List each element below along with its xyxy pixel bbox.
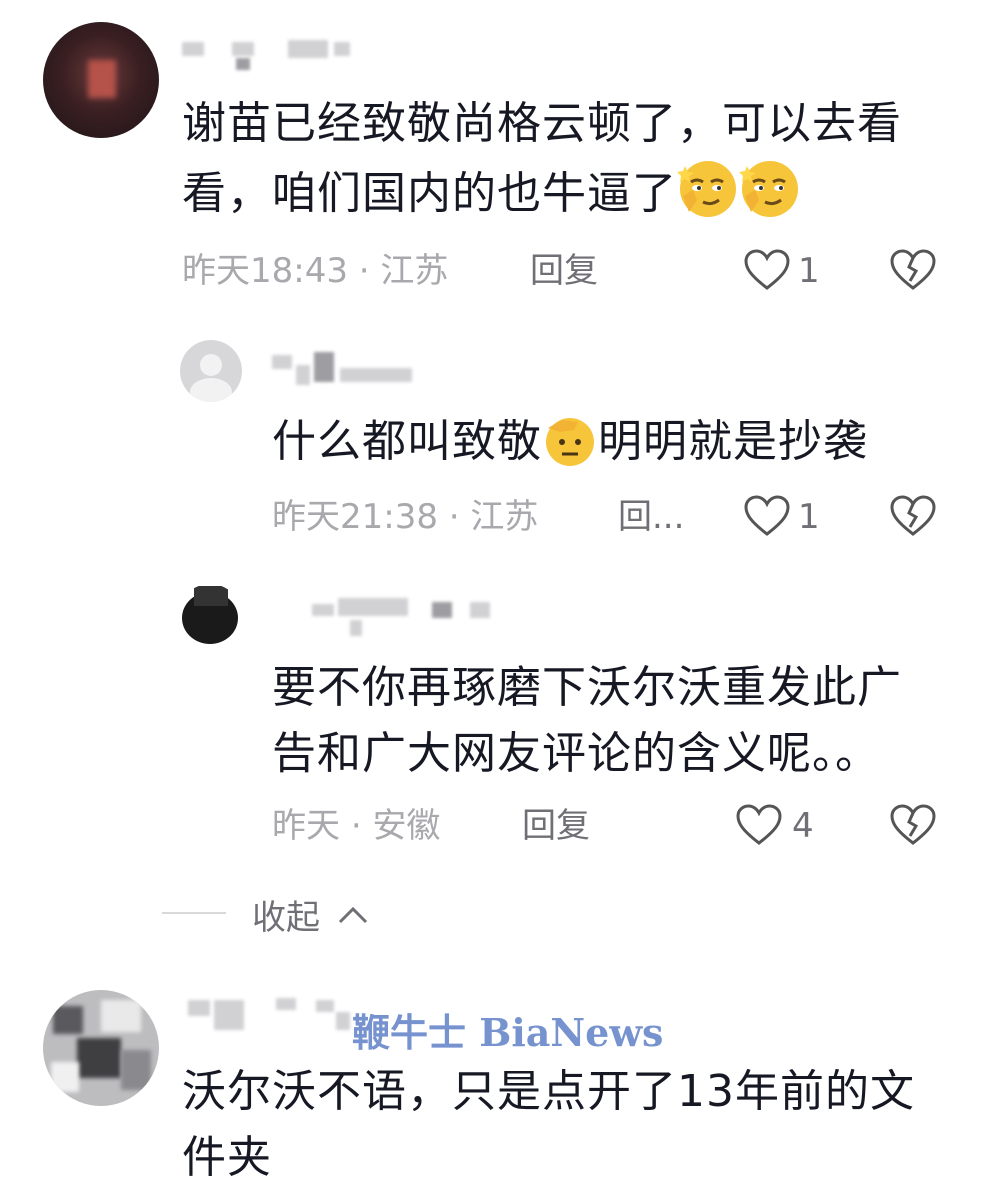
heart-outline-icon [744, 249, 790, 291]
reply-button[interactable]: 回复 [530, 251, 598, 291]
comment-text-part: 明明就是抄袭 [598, 416, 868, 467]
comment-text-line2: 看，咱们国内的也牛逼了 [182, 168, 677, 219]
like-button[interactable] [736, 804, 782, 846]
like-count: 1 [798, 497, 820, 537]
comment-text-part: 什么都叫致敬 [272, 416, 542, 467]
comment-text: 沃尔沃不语，只是点开了13年前的文 [182, 1066, 915, 1117]
comment-text: 谢苗已经致敬尚格云顿了，可以去看 [182, 98, 902, 149]
smirk-emoji-icon [677, 158, 739, 238]
comment-text: 看，咱们国内的也牛逼了 [182, 158, 801, 238]
comment-text: 告和广大网友评论的含义呢。。 [272, 728, 880, 779]
reply-button[interactable]: 回复 [522, 806, 590, 846]
avatar[interactable] [178, 584, 242, 648]
comment-meta: 昨天18:43 · 江苏 [182, 251, 448, 291]
dislike-button[interactable] [890, 249, 936, 291]
like-count: 1 [798, 251, 820, 291]
comment-time: 昨天 [272, 806, 340, 846]
broken-heart-icon [890, 804, 936, 846]
heart-outline-icon [736, 804, 782, 846]
like-count: 4 [792, 806, 814, 846]
separator: · [350, 806, 362, 846]
avatar[interactable] [43, 990, 159, 1106]
comment-time: 昨天18:43 [182, 251, 348, 291]
avatar[interactable] [180, 340, 242, 402]
broken-heart-icon [890, 249, 936, 291]
salute-emoji-icon [542, 412, 598, 486]
comment-text: 什么都叫致敬 明明就是抄袭 [272, 410, 868, 486]
comment-location: 江苏 [470, 497, 539, 537]
comment-location: 江苏 [380, 251, 449, 291]
broken-heart-icon [890, 495, 936, 537]
collapse-button[interactable]: 收起 [252, 894, 369, 938]
comment-text: 要不你再琢磨下沃尔沃重发此广 [272, 662, 902, 713]
dislike-button[interactable] [890, 804, 936, 846]
heart-outline-icon [744, 495, 790, 537]
reply-button[interactable]: 回... [618, 497, 684, 537]
comment-location: 安徽 [372, 806, 441, 846]
comment-text: 件夹 [182, 1132, 272, 1183]
separator: · [448, 497, 460, 537]
collapse-divider [162, 912, 226, 914]
smirk-emoji-icon [739, 158, 801, 238]
comment-meta: 昨天21:38 · 江苏 [272, 497, 538, 537]
comment-time: 昨天21:38 [272, 497, 438, 537]
separator: · [358, 251, 370, 291]
like-button[interactable] [744, 249, 790, 291]
like-button[interactable] [744, 495, 790, 537]
avatar[interactable] [43, 22, 159, 138]
comment-meta: 昨天 · 安徽 [272, 806, 440, 846]
collapse-label: 收起 [252, 898, 320, 938]
watermark: 鞭牛士 BiaNews [352, 1010, 664, 1055]
dislike-button[interactable] [890, 495, 936, 537]
chevron-up-icon [337, 894, 369, 934]
